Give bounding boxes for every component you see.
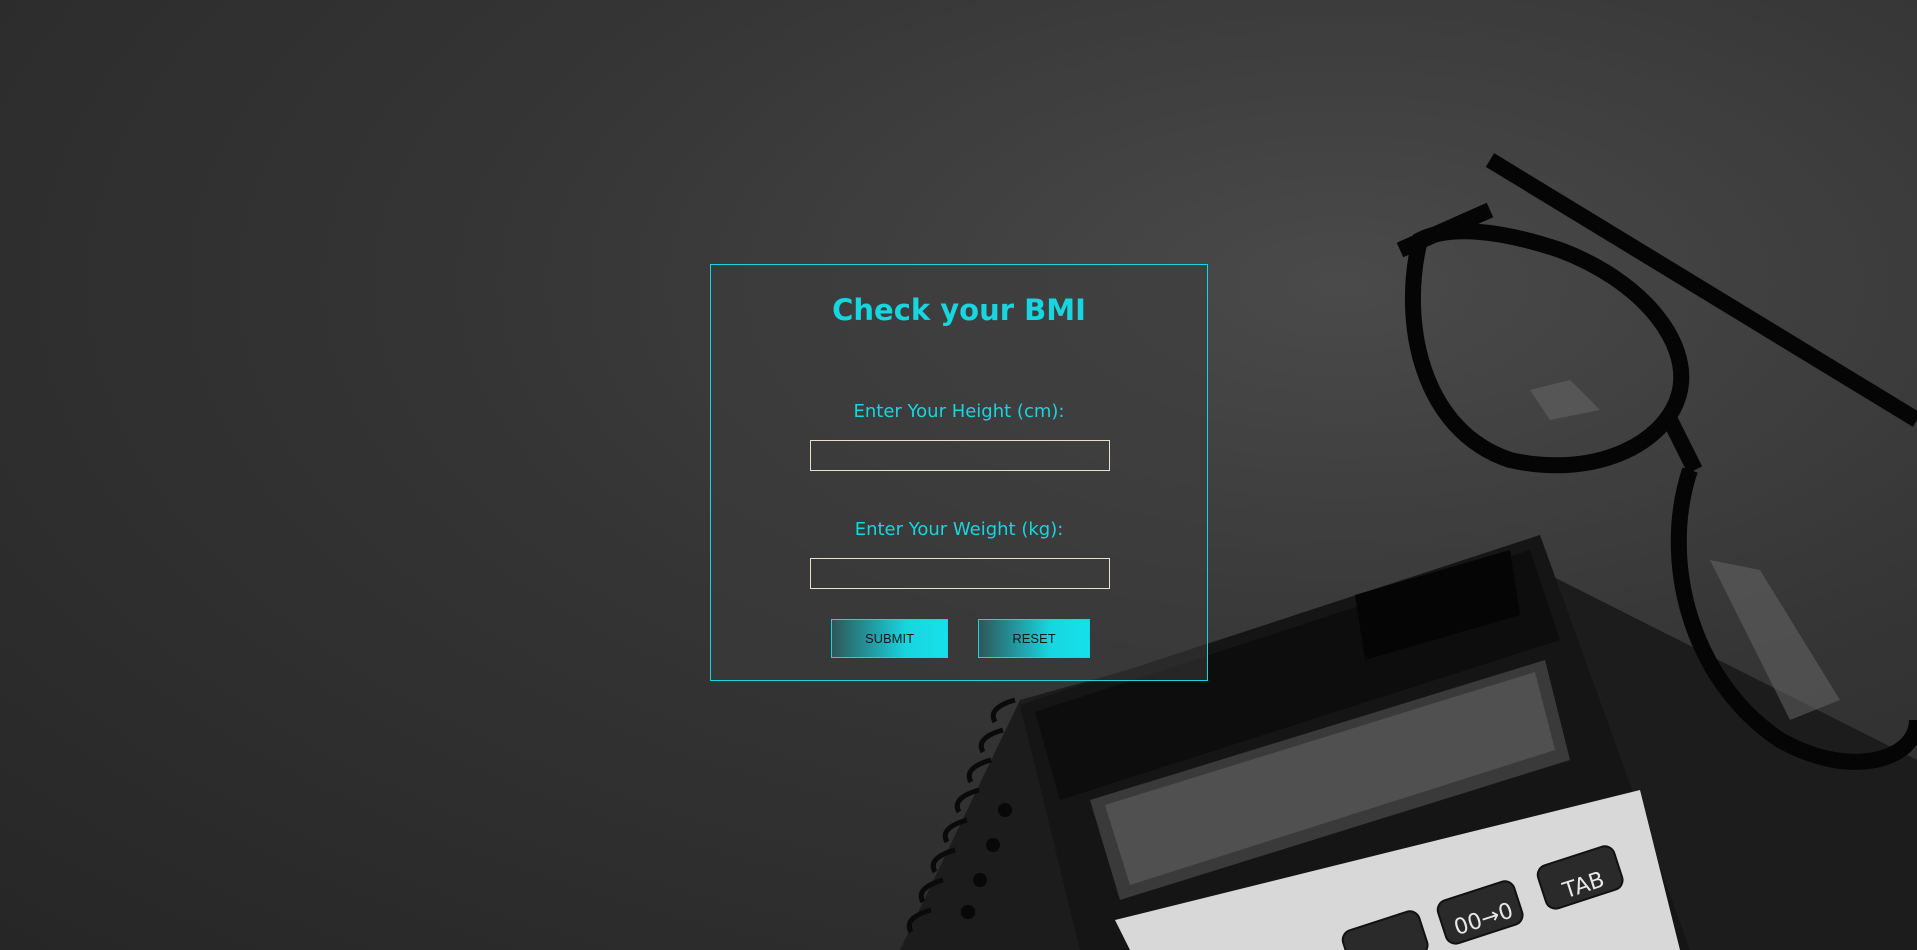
weight-input[interactable] xyxy=(810,558,1110,589)
bmi-form-card: Check your BMI Enter Your Height (cm): E… xyxy=(710,264,1208,681)
height-label: Enter Your Height (cm): xyxy=(853,401,1065,422)
submit-button[interactable]: SUBMIT xyxy=(831,619,948,658)
height-input[interactable] xyxy=(810,440,1110,471)
weight-label: Enter Your Weight (kg): xyxy=(854,519,1064,540)
form-title: Check your BMI xyxy=(832,293,1086,327)
reset-button[interactable]: RESET xyxy=(978,619,1090,658)
